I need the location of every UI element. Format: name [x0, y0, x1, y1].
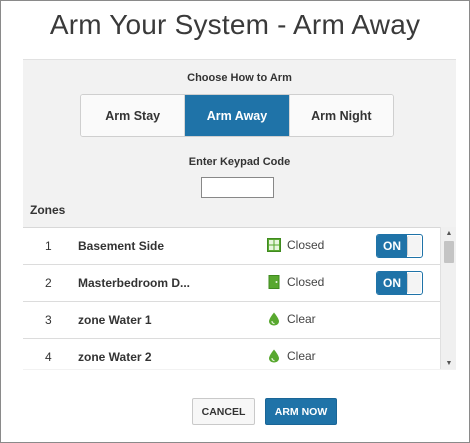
toggle-knob	[407, 273, 421, 293]
water-drop-icon	[269, 349, 279, 363]
keypad-code-label: Enter Keypad Code	[188, 156, 291, 168]
arm-mode-group: Arm Stay Arm Away Arm Night	[80, 94, 394, 137]
keypad-code-input[interactable]	[201, 177, 274, 198]
door-icon	[268, 275, 280, 289]
scroll-thumb[interactable]	[444, 241, 454, 263]
zone-status: Clear	[267, 349, 316, 363]
zone-status: Clear	[267, 312, 316, 326]
zone-status: Closed	[267, 238, 324, 252]
choose-arm-label: Choose How to Arm	[187, 72, 292, 84]
arm-system-dialog: Arm Your System - Arm Away Choose How to…	[0, 0, 470, 443]
zone-number: 4	[45, 350, 52, 364]
zone-bypass-toggle[interactable]: ON	[376, 271, 423, 295]
toggle-knob	[407, 236, 421, 256]
zone-name: zone Water 2	[78, 350, 152, 364]
zone-name: Basement Side	[78, 239, 165, 253]
zone-list-scrollbar[interactable]: ▲ ▼	[440, 227, 456, 369]
water-drop-icon	[269, 312, 279, 326]
toggle-on-label: ON	[377, 235, 407, 257]
window-icon	[267, 238, 281, 252]
zone-row: 3 zone Water 1 Clear	[23, 302, 440, 339]
scroll-up-arrow-icon[interactable]: ▲	[441, 227, 457, 239]
zone-number: 2	[45, 276, 52, 290]
zones-heading: Zones	[30, 203, 66, 217]
dialog-title: Arm Your System - Arm Away	[49, 9, 421, 40]
zone-name: zone Water 1	[78, 313, 152, 327]
zone-status-text: Clear	[287, 349, 316, 363]
zone-status-text: Closed	[287, 238, 325, 252]
arm-night-button[interactable]: Arm Night	[289, 95, 393, 136]
zone-bypass-toggle[interactable]: ON	[376, 234, 423, 258]
scroll-down-arrow-icon[interactable]: ▼	[441, 357, 457, 369]
zone-status: Closed	[267, 275, 324, 289]
zone-row: 2 Masterbedroom D... Closed ON	[23, 265, 440, 302]
arm-panel: Choose How to Arm Arm Stay Arm Away Arm …	[23, 59, 456, 370]
toggle-on-label: ON	[377, 272, 407, 294]
arm-stay-button[interactable]: Arm Stay	[81, 95, 186, 136]
zone-row: 4 zone Water 2 Clear	[23, 339, 440, 369]
cancel-button[interactable]: CANCEL	[192, 398, 255, 425]
zone-name: Masterbedroom D...	[78, 276, 191, 290]
zone-number: 3	[45, 313, 52, 327]
arm-now-button[interactable]: ARM NOW	[265, 398, 337, 425]
zone-status-text: Closed	[287, 275, 325, 289]
zone-status-text: Clear	[287, 312, 316, 326]
zone-number: 1	[45, 239, 52, 253]
zone-list: 1 Basement Side Closed ON 2 Masterbedroo…	[23, 227, 440, 369]
zone-row: 1 Basement Side Closed ON	[23, 228, 440, 265]
arm-away-button[interactable]: Arm Away	[185, 95, 290, 136]
